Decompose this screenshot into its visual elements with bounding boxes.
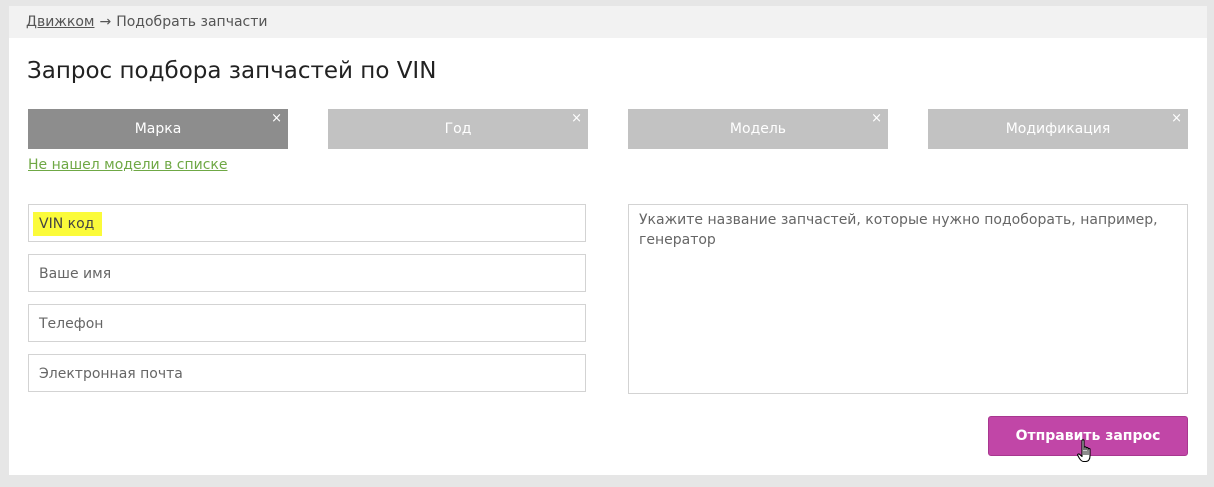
year-selector-label: Год [444, 121, 472, 137]
close-icon[interactable]: × [271, 112, 282, 126]
modification-selector-label: Модификация [1005, 121, 1111, 137]
close-icon[interactable]: × [571, 112, 582, 126]
phone-placeholder: Телефон [39, 316, 104, 332]
model-selector-label: Модель [729, 121, 787, 137]
breadcrumb-separator: → [99, 14, 112, 30]
model-selector[interactable]: Модель × [628, 109, 888, 149]
email-input[interactable]: Электронная почта [28, 354, 586, 392]
email-placeholder: Электронная почта [39, 366, 183, 382]
breadcrumb-current: Подобрать запчасти [116, 14, 268, 30]
vin-placeholder: VIN код [33, 212, 103, 236]
breadcrumb: Движком → Подобрать запчасти [9, 6, 1207, 38]
brand-selector[interactable]: Марка × [28, 109, 288, 149]
page-title: Запрос подбора запчастей по VIN [27, 58, 437, 84]
modification-selector[interactable]: Модификация × [928, 109, 1188, 149]
vin-input[interactable]: VIN код [28, 204, 586, 242]
close-icon[interactable]: × [871, 112, 882, 126]
hand-pointer-icon [1077, 439, 1091, 463]
parts-placeholder: Укажите название запчастей, которые нужн… [639, 212, 1158, 248]
close-icon[interactable]: × [1171, 112, 1182, 126]
name-placeholder: Ваше имя [39, 266, 112, 282]
model-not-found-link[interactable]: Не нашел модели в списке [28, 157, 227, 173]
breadcrumb-home-link[interactable]: Движком [26, 14, 94, 30]
brand-selector-label: Марка [134, 121, 182, 137]
phone-input[interactable]: Телефон [28, 304, 586, 342]
page-frame: Движком → Подобрать запчасти Запрос подбор… [9, 6, 1207, 475]
parts-textarea[interactable]: Укажите название запчастей, которые нужн… [628, 204, 1188, 394]
name-input[interactable]: Ваше имя [28, 254, 586, 292]
year-selector[interactable]: Год × [328, 109, 588, 149]
